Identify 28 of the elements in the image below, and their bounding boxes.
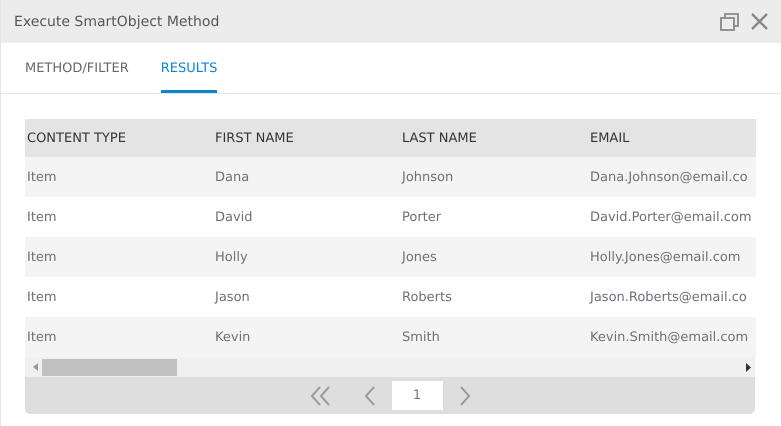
column-header: EMAIL <box>588 119 756 157</box>
scroll-right-icon[interactable] <box>746 362 751 372</box>
table-cell: Holly <box>213 237 400 277</box>
table-cell: Dana.Johnson@email.co <box>588 157 756 197</box>
tab[interactable]: METHOD/FILTER <box>25 43 129 93</box>
column-header: LAST NAME <box>400 119 588 157</box>
page-number-field[interactable]: 1 <box>392 381 442 410</box>
scrollbar-thumb[interactable] <box>42 358 177 376</box>
close-button[interactable] <box>750 12 769 31</box>
restore-button[interactable] <box>720 12 740 30</box>
column-header: FIRST NAME <box>213 119 400 157</box>
previous-page-icon[interactable] <box>364 386 376 406</box>
window-title: Execute SmartObject Method <box>14 14 220 30</box>
table-cell: Kevin.Smith@email.com <box>588 317 756 357</box>
tab[interactable]: RESULTS <box>160 43 218 93</box>
table-cell: Johnson <box>400 157 588 197</box>
table-cell: Item <box>25 237 213 277</box>
column-header: CONTENT TYPE <box>25 119 213 157</box>
next-page-icon[interactable] <box>458 386 470 406</box>
scroll-left-icon[interactable] <box>33 363 38 371</box>
table-cell: Kevin <box>213 317 400 357</box>
table-cell: Holly.Jones@email.com <box>588 237 756 277</box>
table-cell: Item <box>25 157 213 197</box>
table-cell: Dana <box>213 157 400 197</box>
table-cell: Jones <box>400 237 588 277</box>
table-cell: Item <box>25 317 213 357</box>
table-cell: Smith <box>400 317 588 357</box>
first-page-icon[interactable] <box>310 386 332 406</box>
